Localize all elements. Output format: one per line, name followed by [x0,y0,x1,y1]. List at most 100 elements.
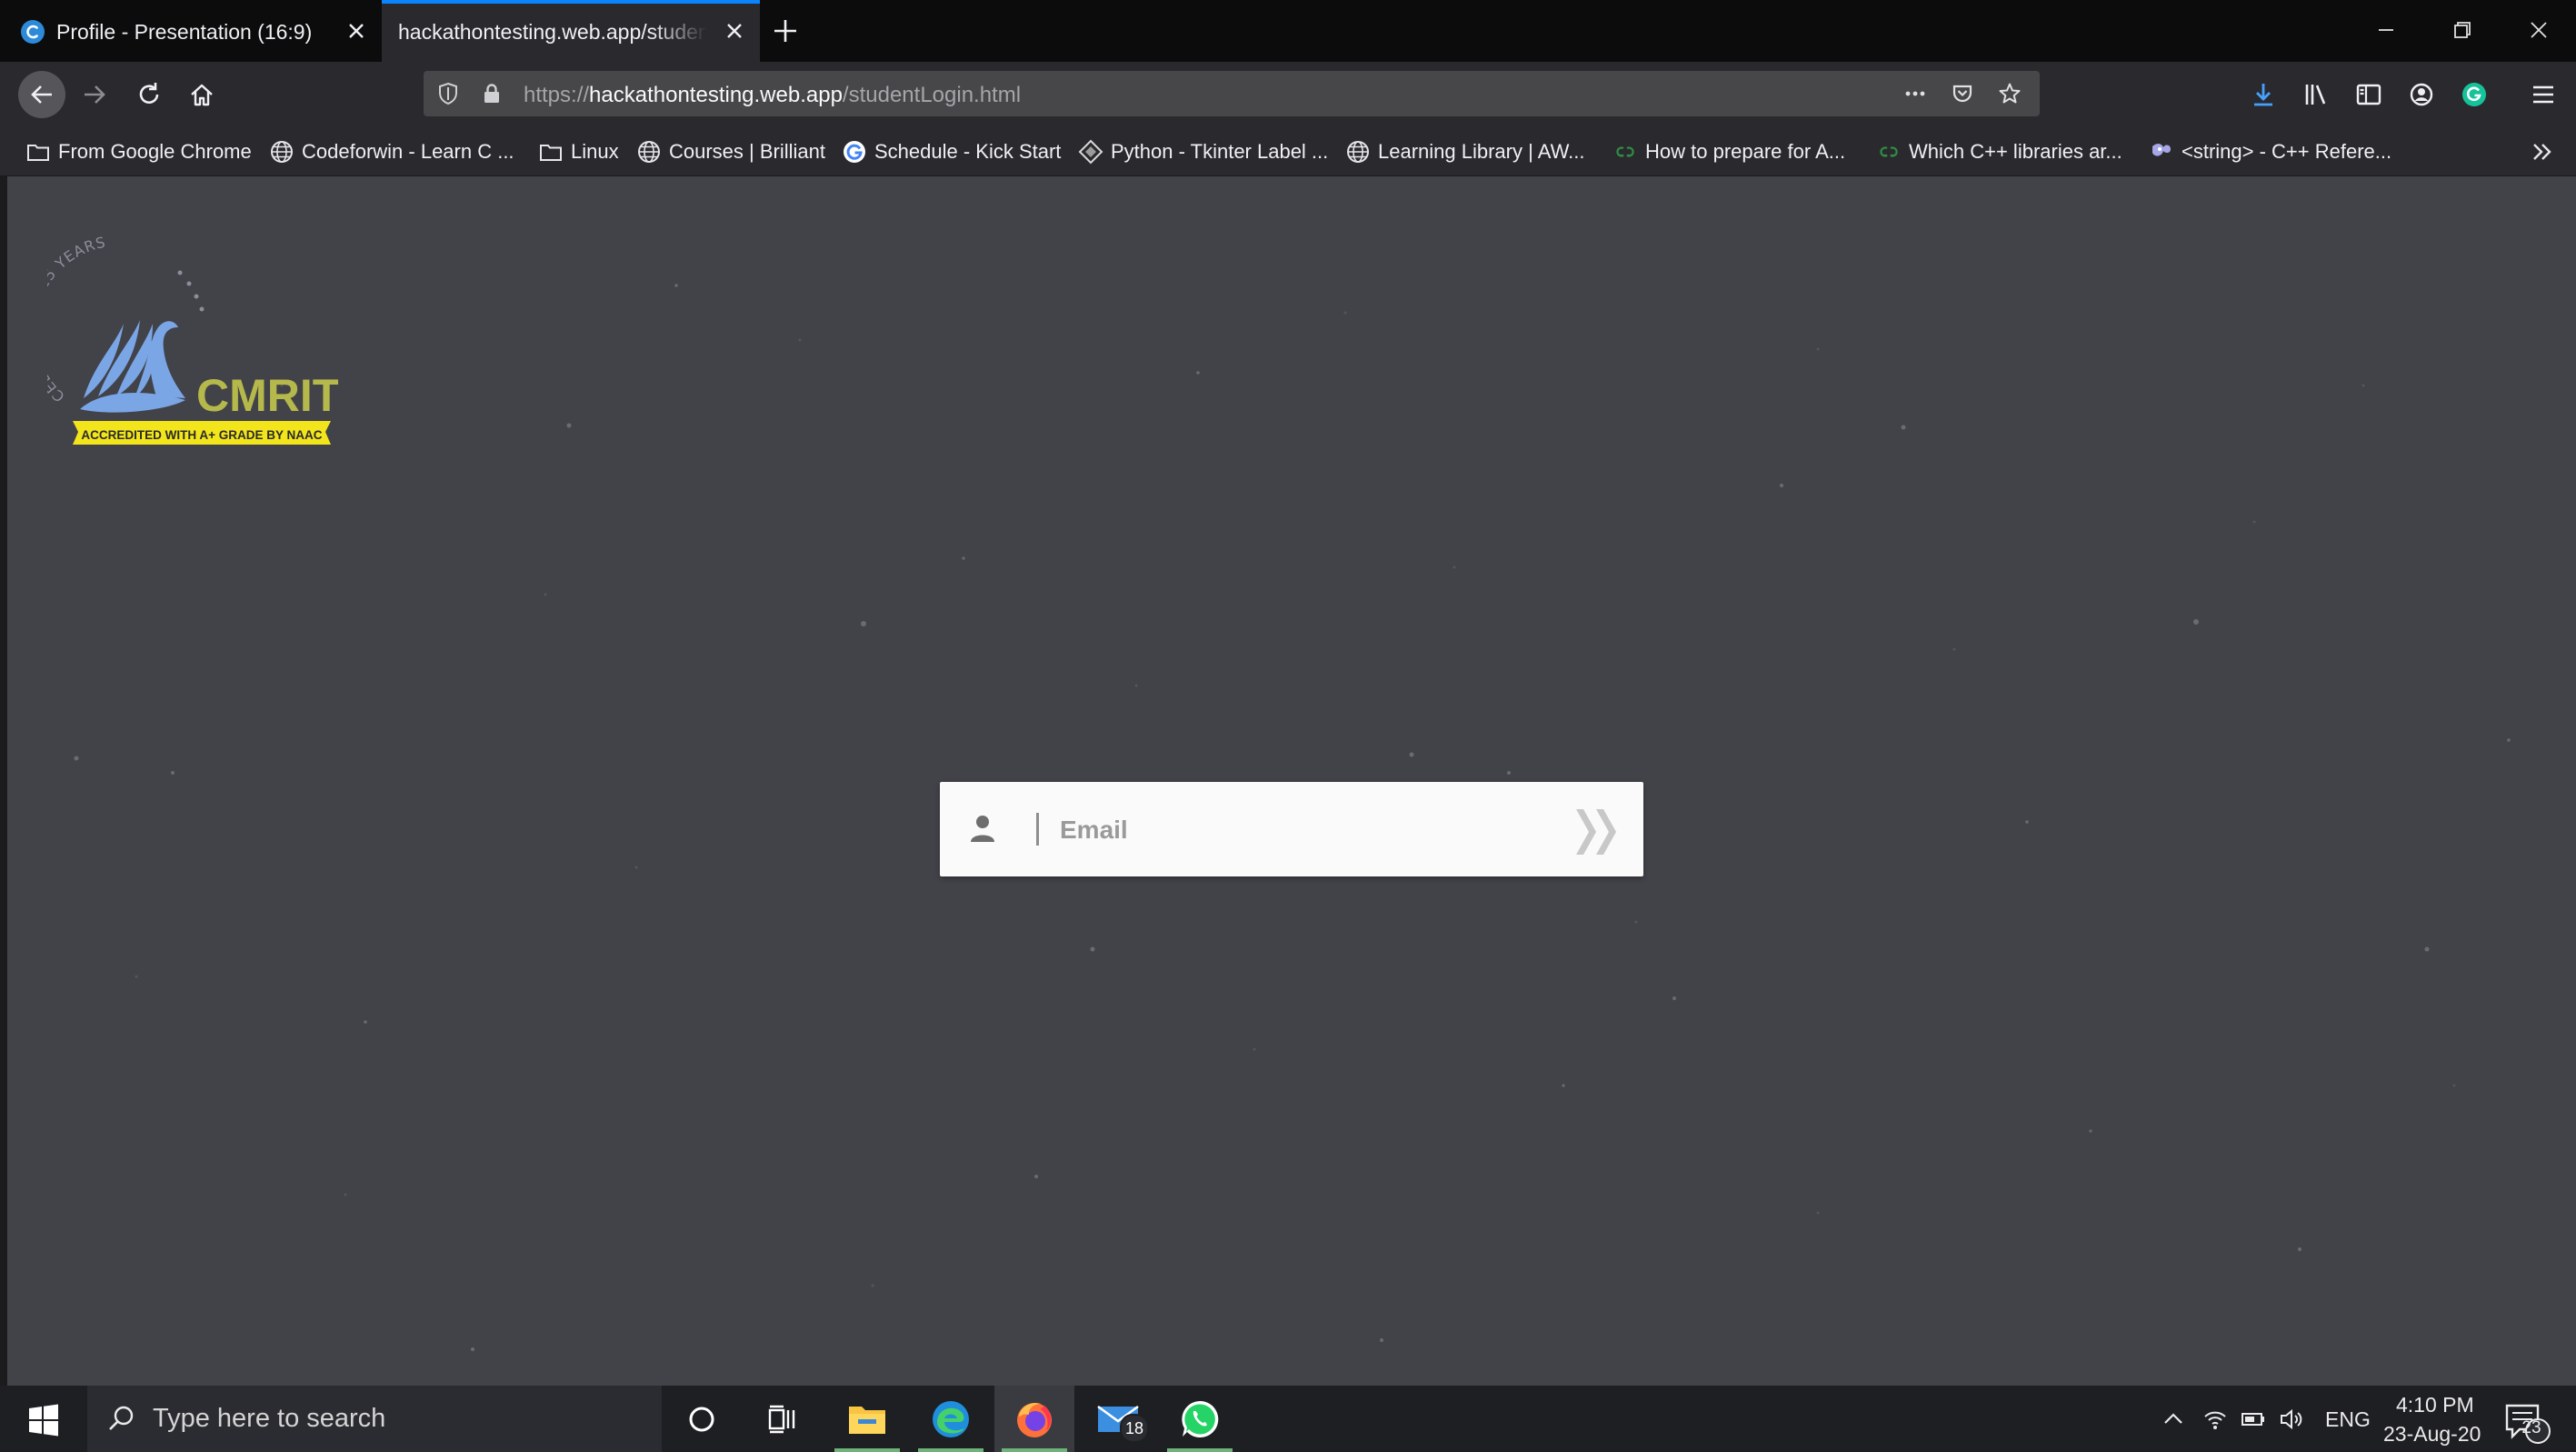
bookmark-from-google-chrome[interactable]: From Google Chrome [25,138,252,165]
taskbar-edge[interactable] [911,1386,991,1452]
chevron-up-icon[interactable] [2160,1406,2187,1433]
bookmark-how-to-prepare[interactable]: How to prepare for A... [1612,138,1845,165]
arrow-left-icon [31,85,52,104]
new-tab-plus-icon[interactable] [771,16,800,45]
bookmark-codeforwin[interactable]: Codeforwin - Learn C ... [269,138,514,165]
gfg-icon [1616,146,1634,157]
login-form [940,782,1643,876]
logo-name: CMRIT [196,370,338,421]
hamburger-menu-icon[interactable] [2529,80,2558,109]
page-content: CELEBRATING 25 YEARS CMRIT ACCREDITED WI… [0,176,2576,1386]
pocket-icon[interactable] [1951,82,1974,105]
url-scheme: https:// [524,83,590,107]
google-icon [844,141,865,163]
clock-time[interactable]: 4:10 PM [2396,1393,2474,1417]
url-text[interactable]: https://hackathontesting.web.app/student… [524,83,1021,108]
minimize-window-icon[interactable] [2372,16,2400,44]
bookmark-courses-brilliant[interactable]: Courses | Brilliant [636,138,825,165]
logo-banner-text: ACCREDITED WITH A+ GRADE BY NAAC [81,428,322,442]
gfg-icon [1880,146,1898,157]
home-button[interactable] [180,73,224,116]
email-input[interactable] [1058,802,1571,858]
page-left-edge [0,176,7,1386]
account-icon[interactable] [2407,80,2436,109]
lock-icon[interactable] [480,82,504,105]
back-button[interactable] [18,71,65,118]
close-tab-icon[interactable] [345,20,367,42]
tab-strip: Profile - Presentation (16:9) hackathont… [0,0,2576,62]
restore-window-icon[interactable] [2449,16,2476,44]
bookmark-linux[interactable]: Linux [538,138,619,165]
active-indicator [1002,1448,1067,1452]
search-icon [109,1406,134,1430]
mail-unread-badge: 18 [1120,1414,1149,1443]
tutorialspoint-icon [1078,139,1103,165]
task-view-button[interactable] [742,1386,822,1452]
bookmark-python-tkinter[interactable]: Python - Tkinter Label ... [1078,138,1328,165]
close-tab-icon[interactable] [724,20,745,42]
submit-button[interactable] [1565,802,1629,862]
cortana-button[interactable] [662,1386,742,1452]
taskbar-search-box[interactable]: Type here to search [87,1386,662,1452]
bookmark-star-icon[interactable] [1998,82,2022,105]
sidebar-icon[interactable] [2354,80,2383,109]
taskbar-file-explorer[interactable] [827,1386,907,1452]
bookmark-label: Which C++ libraries ar... [1909,140,2122,163]
tab-title: Profile - Presentation (16:9) [56,20,313,44]
downloads-icon[interactable] [2249,80,2278,109]
bookmark-label: Python - Tkinter Label ... [1111,140,1329,163]
windows-start-icon[interactable] [24,1400,64,1440]
canva-c-icon [21,20,45,44]
bookmarks-toolbar: From Google Chrome Codeforwin - Learn C … [0,127,2576,176]
input-language[interactable]: ENG [2325,1407,2371,1432]
url-path: /studentLogin.html [842,83,1022,107]
tab-title: hackathontesting.web.app/studentLogin.ht… [398,20,707,44]
bookmark-label: Linux [571,140,619,163]
chevron-double-right-icon[interactable] [2529,138,2556,165]
taskbar-firefox[interactable] [994,1386,1074,1452]
bookmark-which-cpp-libraries[interactable]: Which C++ libraries ar... [1876,138,2122,165]
cplusplus-icon [2152,144,2171,156]
whatsapp-icon [1182,1400,1219,1437]
globe-icon [1347,141,1369,163]
tab-student-login[interactable]: hackathontesting.web.app/studentLogin.ht… [382,0,760,62]
library-icon[interactable] [2301,80,2331,109]
bookmark-string-cpp-reference[interactable]: <string> - C++ Refere... [2149,138,2391,165]
forward-button[interactable] [73,73,116,116]
battery-icon[interactable] [2240,1406,2267,1433]
input-divider [1036,813,1039,846]
address-bar[interactable]: https://hackathontesting.web.app/student… [424,71,2040,116]
reload-icon [139,83,159,104]
navigation-toolbar: https://hackathontesting.web.app/student… [0,62,2576,127]
bookmark-label: Learning Library | AW... [1378,140,1585,163]
taskbar-whatsapp[interactable] [1160,1386,1240,1452]
network-icon[interactable] [2202,1406,2229,1433]
clock-date[interactable]: 23-Aug-20 [2383,1422,2481,1447]
firefox-icon [1017,1402,1052,1437]
bookmark-label: Codeforwin - Learn C ... [302,140,514,163]
bookmark-label: <string> - C++ Refere... [2182,140,2392,163]
close-window-icon[interactable] [2525,16,2552,44]
user-icon [971,816,994,842]
running-indicator [1167,1448,1233,1452]
reload-button[interactable] [127,73,171,116]
volume-icon[interactable] [2278,1406,2305,1433]
grammarly-icon[interactable] [2460,80,2489,109]
page-actions-more-icon[interactable] [1903,82,1927,105]
tab-profile-presentation[interactable]: Profile - Presentation (16:9) [0,0,382,62]
running-indicator [918,1448,983,1452]
folder-icon [27,145,49,161]
bookmark-label: Schedule - Kick Start [874,140,1062,163]
double-chevron-right-icon [1576,809,1616,855]
url-domain: hackathontesting.web.app [589,83,843,107]
search-placeholder: Type here to search [153,1404,386,1433]
bookmark-schedule-kick-start[interactable]: Schedule - Kick Start [842,138,1061,165]
folder-icon [540,145,562,161]
tracking-shield-icon[interactable] [436,82,460,105]
cortana-circle-icon [689,1407,714,1431]
taskbar-mail[interactable]: 18 [1078,1386,1158,1452]
globe-icon [271,141,293,163]
edge-icon [933,1400,969,1437]
bookmark-learning-library[interactable]: Learning Library | AW... [1345,138,1584,165]
arrow-right-icon [85,85,105,104]
